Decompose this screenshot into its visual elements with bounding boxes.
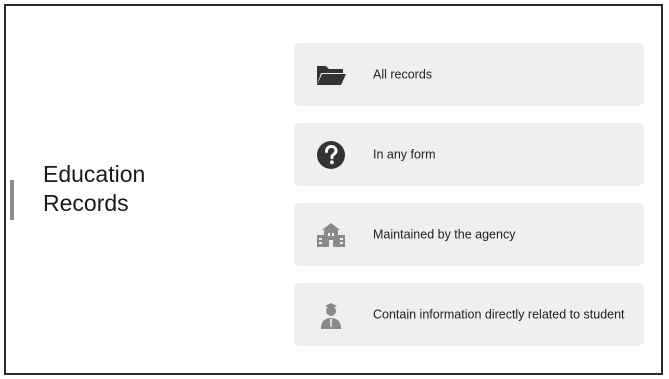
card-label: In any form	[373, 147, 436, 161]
card-label: Contain information directly related to …	[373, 307, 625, 321]
title-line-1: Education	[43, 161, 146, 187]
slide: Education Records All records In any for…	[4, 4, 663, 375]
card-any-form: In any form	[294, 123, 644, 186]
school-building-icon	[314, 218, 348, 252]
card-label: Maintained by the agency	[373, 227, 516, 241]
title-line-2: Records	[43, 190, 129, 216]
card-maintained-by-agency: Maintained by the agency	[294, 203, 644, 266]
student-icon	[314, 298, 348, 332]
card-label: All records	[373, 67, 433, 81]
card-related-to-student: Contain information directly related to …	[294, 283, 644, 346]
folder-icon	[314, 58, 348, 92]
card-all-records: All records	[294, 43, 644, 106]
question-circle-icon	[314, 138, 348, 172]
side-accent-bar	[10, 180, 14, 220]
slide-title: Education Records	[43, 160, 243, 218]
